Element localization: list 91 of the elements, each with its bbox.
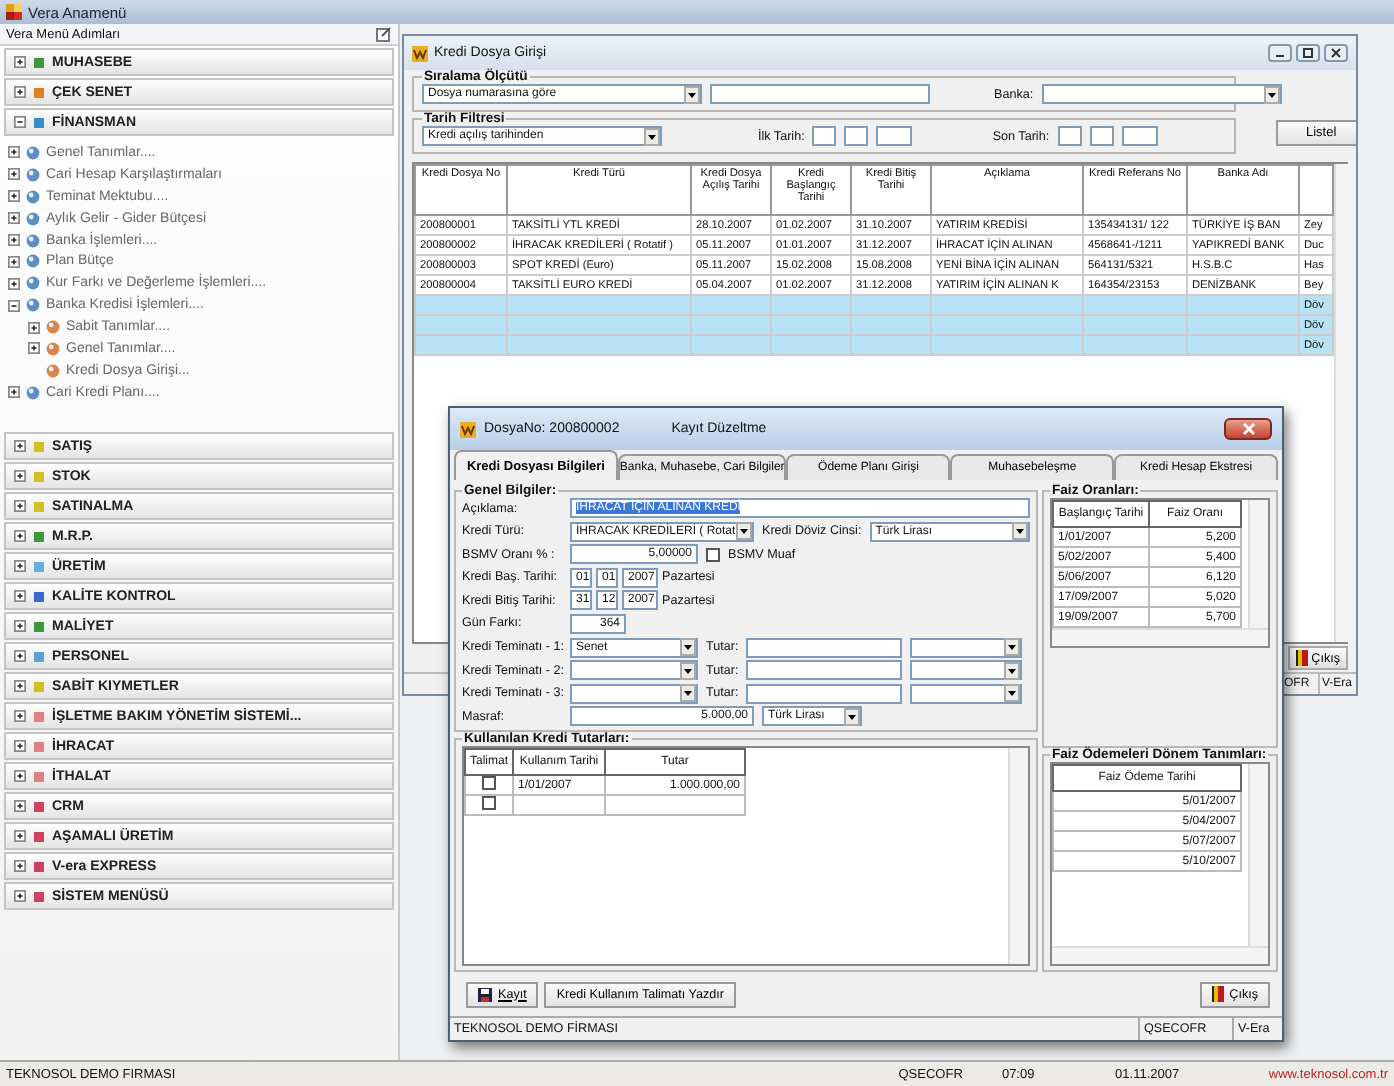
input-field[interactable]	[746, 683, 903, 704]
checkbox[interactable]	[706, 547, 720, 562]
dropdown[interactable]	[570, 683, 698, 704]
exit-icon	[1295, 650, 1308, 666]
caret-icon	[844, 707, 860, 726]
expand-icon[interactable]	[14, 800, 26, 812]
node-icon	[26, 145, 40, 160]
expand-icon[interactable]	[8, 277, 20, 290]
node-icon	[46, 363, 60, 378]
expand-icon[interactable]	[8, 146, 20, 159]
date-field[interactable]	[844, 126, 869, 146]
input-field[interactable]	[746, 637, 903, 658]
exit-icon	[1211, 986, 1224, 1002]
node-icon	[46, 320, 60, 335]
save-icon	[478, 987, 492, 1001]
expand-icon[interactable]	[14, 500, 26, 512]
node-icon	[26, 233, 40, 247]
close-button[interactable]	[1224, 418, 1272, 440]
dropdown[interactable]	[910, 683, 1023, 704]
caret-icon	[644, 127, 660, 145]
maximize-icon[interactable]	[1296, 44, 1320, 62]
expand-icon[interactable]	[14, 740, 26, 752]
caret-icon	[1004, 661, 1021, 680]
dropdown[interactable]	[1041, 84, 1282, 104]
expand-icon[interactable]	[14, 530, 26, 542]
caret-icon	[680, 684, 696, 703]
node-icon	[26, 167, 40, 182]
expand-icon[interactable]	[8, 255, 20, 268]
app-icon	[412, 45, 428, 61]
date-field[interactable]	[812, 126, 837, 146]
expand-icon[interactable]	[14, 710, 26, 722]
node-icon	[26, 298, 40, 313]
checkbox[interactable]	[482, 776, 496, 791]
expand-icon[interactable]	[14, 890, 26, 902]
input-field[interactable]	[710, 84, 930, 104]
scrollbar[interactable]	[1052, 946, 1268, 964]
close-icon	[1241, 422, 1255, 436]
collapse-icon[interactable]	[8, 299, 20, 312]
pin-icon[interactable]	[376, 26, 392, 42]
caret-icon	[680, 661, 696, 680]
expand-icon[interactable]	[28, 321, 40, 334]
date-field[interactable]	[876, 126, 913, 146]
expand-icon[interactable]	[14, 620, 26, 632]
dropdown[interactable]	[570, 660, 698, 681]
node-icon	[46, 341, 60, 356]
app-icon	[460, 421, 476, 437]
caret-icon	[1004, 638, 1021, 657]
node-icon	[26, 276, 40, 291]
expand-icon[interactable]	[14, 860, 26, 872]
scrollbar[interactable]	[1008, 748, 1028, 964]
caret-icon	[684, 85, 700, 103]
expand-icon[interactable]	[14, 86, 26, 98]
expand-icon[interactable]	[14, 470, 26, 482]
node-icon	[26, 211, 40, 226]
scrollbar[interactable]	[1334, 164, 1354, 642]
scrollbar[interactable]	[1248, 764, 1268, 946]
input-field[interactable]	[746, 660, 903, 681]
scrollbar[interactable]	[1052, 628, 1268, 646]
collapse-icon[interactable]	[14, 116, 26, 128]
expand-icon[interactable]	[14, 650, 26, 662]
expand-icon[interactable]	[14, 560, 26, 572]
expand-icon[interactable]	[14, 440, 26, 452]
date-field[interactable]	[1121, 126, 1158, 146]
caret-icon	[1012, 522, 1028, 541]
scrollbar[interactable]	[1248, 500, 1268, 628]
date-field[interactable]	[1089, 126, 1114, 146]
expand-icon[interactable]	[14, 590, 26, 602]
expand-icon[interactable]	[8, 234, 20, 246]
close-icon[interactable]	[1324, 44, 1348, 62]
checkbox[interactable]	[482, 796, 496, 811]
node-icon	[26, 189, 40, 204]
expand-icon[interactable]	[14, 830, 26, 842]
minimize-icon[interactable]	[1268, 44, 1292, 62]
caret-icon	[680, 638, 696, 657]
caret-icon	[1004, 684, 1021, 703]
date-field[interactable]	[1057, 126, 1082, 146]
node-icon	[26, 254, 40, 269]
expand-icon[interactable]	[8, 386, 20, 399]
node-icon	[26, 385, 40, 400]
expand-icon[interactable]	[14, 56, 26, 68]
caret-icon	[1263, 85, 1280, 103]
caret-icon	[736, 522, 752, 541]
expand-icon[interactable]	[8, 212, 20, 225]
expand-icon[interactable]	[14, 770, 26, 782]
dropdown[interactable]	[910, 660, 1023, 681]
app-icon	[6, 4, 22, 20]
dropdown[interactable]	[910, 637, 1023, 658]
expand-icon[interactable]	[14, 680, 26, 692]
expand-icon[interactable]	[28, 342, 40, 355]
expand-icon[interactable]	[8, 168, 20, 181]
expand-icon[interactable]	[8, 190, 20, 203]
